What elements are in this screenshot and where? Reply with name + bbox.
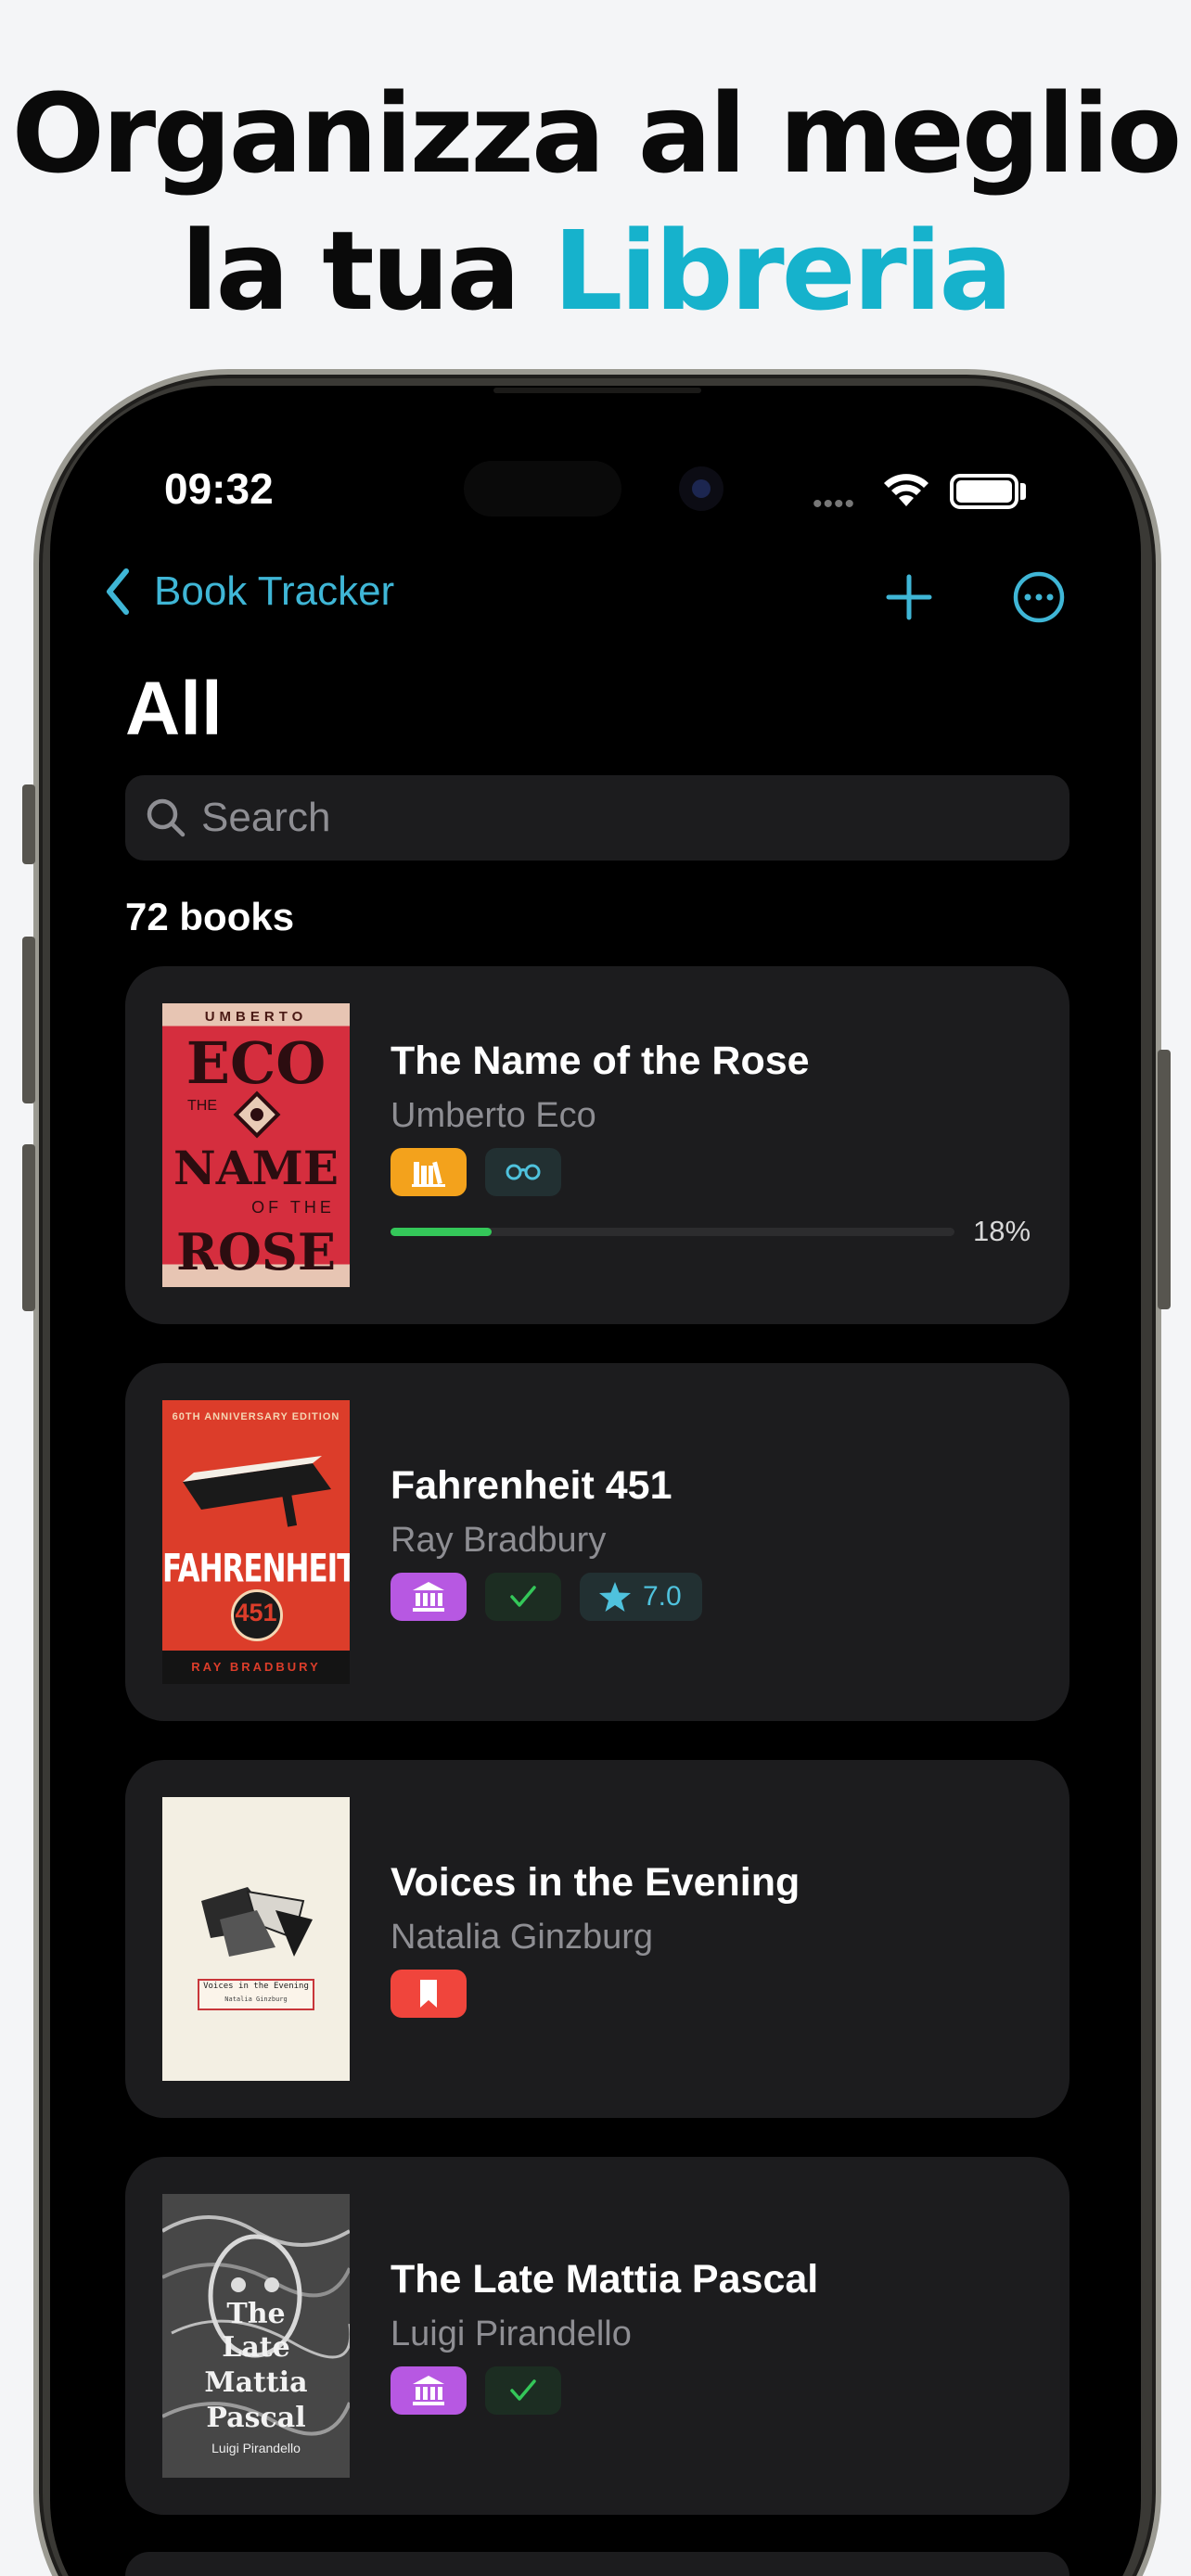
book-count: 72 books xyxy=(125,895,295,938)
volume-down-button xyxy=(22,1144,35,1311)
star-icon xyxy=(599,1582,631,1612)
book-title: Fahrenheit 451 xyxy=(391,1463,672,1508)
book-card[interactable]: UMBERTO ECO THE NAME OF THE ROSE The Nam… xyxy=(125,966,1069,1324)
earpiece xyxy=(493,388,701,393)
volume-up-button xyxy=(22,937,35,1103)
badge-row xyxy=(391,1970,467,2018)
badge-row xyxy=(391,1148,561,1196)
cover-text: NAME xyxy=(173,1141,339,1195)
book-author: Ray Bradbury xyxy=(391,1521,607,1560)
progress-label: 18% xyxy=(973,1215,1031,1247)
book-card[interactable]: The Late Mattia Pascal Luigi Pirandello … xyxy=(125,2157,1069,2515)
book-cover: 60TH ANNIVERSARY EDITION FAHRENHEIT 451 … xyxy=(162,1400,350,1684)
battery-icon xyxy=(950,474,1018,509)
finished-badge xyxy=(485,1573,561,1621)
shelf-badge xyxy=(391,2366,467,2415)
library-icon xyxy=(413,1582,444,1612)
headline-plain: la tua xyxy=(181,207,520,335)
battery-tip xyxy=(1020,483,1026,500)
book-author: Luigi Pirandello xyxy=(391,2315,632,2353)
cover-text: RAY BRADBURY xyxy=(191,1660,321,1674)
cover-text: UMBERTO xyxy=(204,1009,308,1025)
cover-text: The xyxy=(226,2298,286,2330)
cover-text: FAHRENHEIT xyxy=(162,1546,350,1592)
reading-progress-bar xyxy=(391,1228,954,1236)
cover-text: 60TH ANNIVERSARY EDITION xyxy=(172,1411,340,1422)
library-icon xyxy=(413,2376,444,2405)
book-cover: The Late Mattia Pascal Luigi Pirandello xyxy=(162,2194,350,2478)
book-card[interactable]: 60TH ANNIVERSARY EDITION FAHRENHEIT 451 … xyxy=(125,1363,1069,1721)
status-time: 09:32 xyxy=(164,465,274,513)
cover-text: ECO xyxy=(186,1029,327,1097)
badge-row xyxy=(391,2366,561,2415)
reading-badge xyxy=(485,1148,561,1196)
shelf-badge xyxy=(391,1573,467,1621)
cover-text: OF THE xyxy=(251,1198,335,1217)
book-cover: UMBERTO ECO THE NAME OF THE ROSE xyxy=(162,1003,350,1287)
search-icon xyxy=(147,798,186,837)
progress-fill xyxy=(391,1228,493,1236)
wifi-icon xyxy=(884,474,928,506)
book-author: Natalia Ginzburg xyxy=(391,1918,654,1957)
checkmark-icon xyxy=(510,1586,536,1607)
headline-line-1: Organizza al meglio xyxy=(11,70,1183,198)
page-title: All xyxy=(125,667,223,751)
shelf-badge xyxy=(391,1970,467,2018)
search-field[interactable] xyxy=(125,775,1069,861)
matchbook-illustration xyxy=(183,1456,331,1527)
book-cover: Voices in the Evening Natalia Ginzburg xyxy=(162,1797,350,2081)
cover-text: Luigi Pirandello xyxy=(211,2441,301,2455)
headline-accent: Libreria xyxy=(553,207,1013,335)
cover-text: ROSE xyxy=(175,1222,337,1282)
book-card[interactable] xyxy=(125,2552,1069,2576)
chevron-left-icon xyxy=(107,568,129,615)
search-input[interactable] xyxy=(201,795,1036,841)
shelf-badge xyxy=(391,1148,467,1196)
headline-line-2: la tua Libreria xyxy=(0,202,1191,339)
back-button[interactable]: Book Tracker xyxy=(104,567,394,616)
cellular-signal-icon: •••• xyxy=(813,489,856,519)
book-title: Voices in the Evening xyxy=(391,1860,800,1905)
marketing-headline: Organizza al meglio la tua Libreria xyxy=(0,65,1191,339)
dynamic-island xyxy=(464,461,621,516)
cover-text: Mattia xyxy=(204,2366,308,2399)
back-button-label: Book Tracker xyxy=(154,568,395,614)
side-button xyxy=(1158,1050,1171,1309)
books-icon xyxy=(412,1161,445,1187)
finished-badge xyxy=(485,2366,561,2415)
action-button xyxy=(22,784,35,864)
cover-text: Voices in the Evening xyxy=(203,1982,309,1991)
book-title: The Late Mattia Pascal xyxy=(391,2257,819,2302)
book-author: Umberto Eco xyxy=(391,1096,596,1135)
cover-text: Natalia Ginzburg xyxy=(224,1996,288,2003)
book-title: The Name of the Rose xyxy=(391,1039,810,1083)
cover-text: Pascal xyxy=(206,2402,306,2434)
plus-icon[interactable] xyxy=(885,573,933,621)
badge-row: 7.0 xyxy=(391,1573,702,1621)
bookmark-icon xyxy=(420,1980,437,2008)
cover-emblem xyxy=(233,1090,281,1139)
rating-badge: 7.0 xyxy=(580,1573,702,1621)
ellipsis-circle-icon[interactable] xyxy=(1013,571,1065,623)
book-card[interactable]: Voices in the Evening Natalia Ginzburg V… xyxy=(125,1760,1069,2118)
cover-text: 451 xyxy=(235,1599,277,1626)
checkmark-icon xyxy=(510,2379,536,2401)
glasses-icon xyxy=(506,1164,541,1180)
cover-collage-illustration xyxy=(201,1887,313,1957)
rating-value: 7.0 xyxy=(643,1581,682,1612)
cover-text: Late xyxy=(222,2331,290,2364)
camera-icon xyxy=(679,466,724,511)
